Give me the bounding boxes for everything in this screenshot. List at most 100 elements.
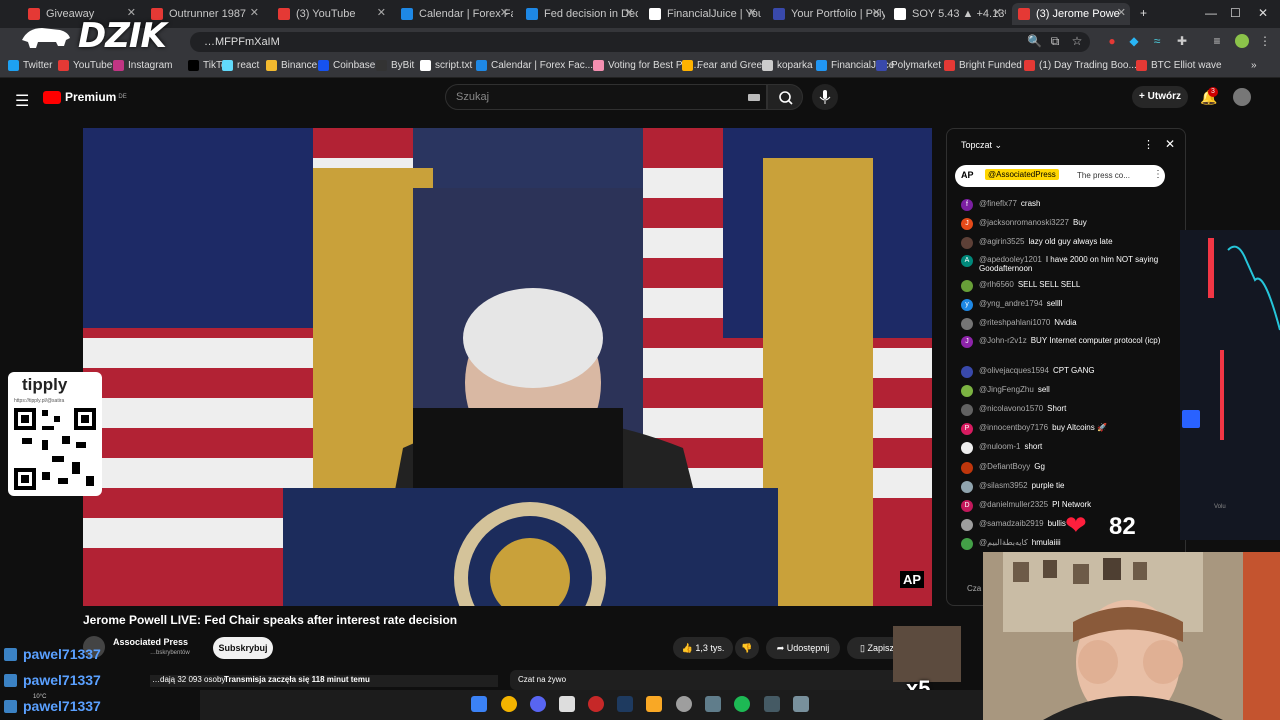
youtube-premium-logo[interactable]: Premium DE	[43, 90, 127, 104]
bookmark-item[interactable]: Bright Funded	[944, 60, 1022, 71]
profile-avatar[interactable]	[1235, 34, 1249, 48]
like-button[interactable]: 👍 1,3 tys.	[673, 637, 733, 659]
chat-mode-dropdown[interactable]: Topczat ⌄	[961, 140, 1002, 151]
chat-message[interactable]: @rlh6560 SELL SELL SELL	[961, 280, 1161, 292]
bookmark-item[interactable]: (1) Day Trading Boo...	[1024, 60, 1137, 71]
media-icon[interactable]: ≡	[1210, 34, 1224, 48]
zoom-icon[interactable]: 🔍	[1027, 34, 1042, 48]
install-icon[interactable]: ⧉	[1048, 34, 1062, 48]
chat-message[interactable]: @olivejacques1594 CPT GANG	[961, 366, 1161, 378]
browser-tab[interactable]: Calendar | Forex Fact✕	[395, 3, 513, 25]
bookmark-star-icon[interactable]: ☆	[1070, 34, 1084, 48]
bookmark-item[interactable]: Coinbase	[318, 60, 375, 71]
discord-icon[interactable]	[530, 696, 546, 712]
maximize-icon[interactable]: ☐	[1230, 6, 1241, 20]
close-window-icon[interactable]: ✕	[1258, 6, 1268, 20]
chat-message[interactable]: J @John-r2v1z BUY Internet computer protoc…	[961, 336, 1161, 348]
voice-search-button[interactable]	[812, 84, 838, 110]
bookmark-item[interactable]: ByBit	[376, 60, 414, 71]
chat-author: @nicolavono1570	[979, 404, 1044, 413]
keyboard-icon[interactable]	[748, 94, 760, 101]
chat-message[interactable]: y @yng_andre1794 sellll	[961, 299, 1161, 311]
chat-close-icon[interactable]: ✕	[1165, 137, 1175, 151]
bookmark-item[interactable]: script.txt	[420, 60, 472, 71]
steam-icon[interactable]	[617, 696, 633, 712]
chat-message[interactable]: D @danielmuller2325 PI Network	[961, 500, 1161, 512]
chat-message[interactable]: @riteshpahlani1070 Nvidia	[961, 318, 1161, 330]
browser-tab[interactable]: (3) Jerome Powe ✕	[1012, 3, 1130, 25]
user-avatar[interactable]	[1233, 88, 1251, 106]
minimize-icon[interactable]: —	[1205, 6, 1217, 20]
bookmark-item[interactable]: Binance	[266, 60, 317, 71]
bookmark-item[interactable]: Twitter	[8, 60, 52, 71]
browser-tab[interactable]: Your Portfolio | Polym✕	[767, 3, 885, 25]
tab-close-icon[interactable]: ✕	[625, 6, 634, 19]
browser-tab[interactable]: Fed decision in Dece ✕	[520, 3, 638, 25]
browser-tab[interactable]: SOY 5.43 ▲ +4.13% ✕	[888, 3, 1006, 25]
share-label: Udostępnij	[786, 643, 830, 653]
chat-message[interactable]: @JingFengZhu sell	[961, 385, 1161, 397]
chat-input-stub[interactable]: Cza	[967, 584, 981, 593]
chat-message[interactable]: @nuloom-1 short	[961, 442, 1161, 454]
taskbar-app-icon[interactable]	[559, 696, 575, 712]
bookmark-item[interactable]: Calendar | Forex Fac...	[476, 60, 593, 71]
menu-icon[interactable]: ⋮	[1258, 34, 1272, 48]
chrome-icon[interactable]	[501, 696, 517, 712]
chat-message[interactable]: @DefiantBoyy Gg	[961, 462, 1161, 474]
chat-message[interactable]: f @fineflx77 crash	[961, 199, 1161, 211]
obs-icon[interactable]	[588, 696, 604, 712]
tab-close-icon[interactable]: ✕	[1117, 6, 1126, 19]
chat-message[interactable]: P @innocentboy7176 buy Altcoins 🚀	[961, 423, 1161, 435]
bookmark-item[interactable]: react	[222, 60, 259, 71]
viewer-name-overlay: pawel71337	[4, 672, 101, 688]
tab-close-icon[interactable]: ✕	[872, 6, 881, 19]
tab-close-icon[interactable]: ✕	[500, 6, 509, 19]
taskbar-app-icon[interactable]	[705, 696, 721, 712]
chat-message[interactable]: @silasm3952 purple tie	[961, 481, 1161, 493]
bookmark-favicon-icon	[188, 60, 199, 71]
url-field[interactable]: …MFPFmXaIM	[190, 32, 1090, 52]
subscribe-button[interactable]: Subskrybuj	[213, 637, 273, 659]
new-tab-button[interactable]: +	[1140, 6, 1147, 20]
extension-icon[interactable]: ●	[1105, 34, 1119, 48]
browser-tab[interactable]: FinancialJuice | Your ✕	[643, 3, 761, 25]
taskbar-app-icon[interactable]	[676, 696, 692, 712]
chat-message[interactable]: A @apedooley1201 I have 2000 on him NOT sa…	[961, 255, 1161, 273]
calculator-icon[interactable]	[793, 696, 809, 712]
chat-message[interactable]: J @jacksonromanoski3227 Buy	[961, 218, 1161, 230]
bookmark-item[interactable]: Instagram	[113, 60, 172, 71]
chat-text: Buy	[1072, 218, 1087, 227]
bookmarks-overflow-icon[interactable]: »	[1251, 60, 1257, 71]
taskbar-app-icon[interactable]	[764, 696, 780, 712]
start-menu-icon[interactable]	[471, 696, 487, 712]
pinned-message[interactable]: AP @AssociatedPress The press co... ⋮	[955, 165, 1165, 187]
search-input[interactable]: Szukaj	[445, 84, 767, 110]
hamburger-menu-icon[interactable]: ☰	[15, 91, 29, 111]
channel-name[interactable]: Associated Press	[113, 637, 188, 647]
dislike-button[interactable]: 👎	[735, 637, 759, 659]
extensions-puzzle-icon[interactable]: ✚	[1175, 34, 1189, 48]
bookmark-item[interactable]: BTC Elliot wave	[1136, 60, 1222, 71]
chat-more-icon[interactable]: ⋮	[1143, 138, 1154, 151]
extension-icon[interactable]: ≈	[1150, 34, 1164, 48]
create-button[interactable]: + Utwórz	[1132, 86, 1188, 108]
chat-message[interactable]: @nicolavono1570 Short	[961, 404, 1161, 416]
tab-close-icon[interactable]: ✕	[748, 6, 757, 19]
share-button[interactable]: ➦ Udostępnij	[766, 637, 840, 659]
bookmark-item[interactable]: Fear and Greed	[682, 60, 768, 71]
bookmark-item[interactable]: koparka	[762, 60, 813, 71]
tab-close-icon[interactable]: ✕	[377, 6, 386, 19]
bookmark-item[interactable]: YouTube	[58, 60, 112, 71]
spotify-icon[interactable]	[734, 696, 750, 712]
chat-replay-strip[interactable]	[510, 670, 910, 690]
file-explorer-icon[interactable]	[646, 696, 662, 712]
chat-message[interactable]: @agirin3525 lazy old guy always late	[961, 237, 1161, 249]
pinned-more-icon[interactable]: ⋮	[1153, 169, 1163, 180]
bookmark-item[interactable]: Polymarket	[876, 60, 941, 71]
extension-icon[interactable]: ◆	[1127, 34, 1141, 48]
browser-tab[interactable]: (3) YouTube ✕	[272, 3, 390, 25]
tab-close-icon[interactable]: ✕	[993, 6, 1002, 19]
tab-close-icon[interactable]: ✕	[250, 6, 259, 19]
video-player[interactable]: AP	[83, 128, 932, 606]
search-button[interactable]	[767, 84, 803, 110]
